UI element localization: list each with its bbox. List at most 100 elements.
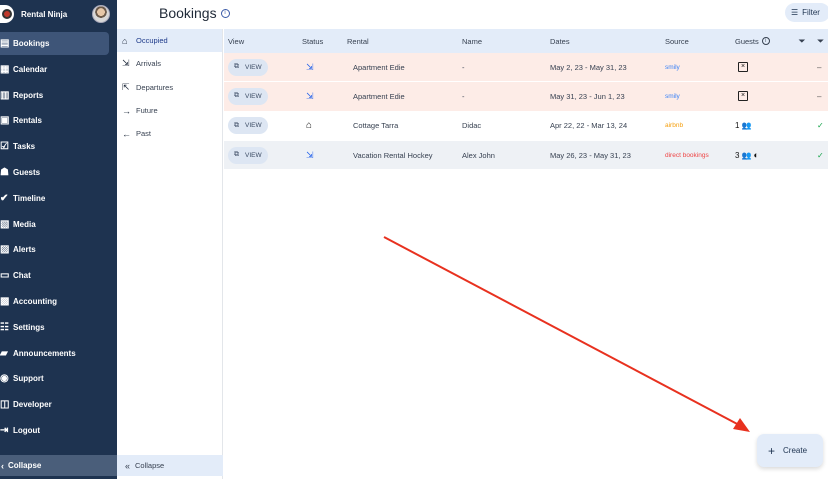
sidebar-item-media[interactable]: ▧ Media (0, 213, 109, 236)
open-in-new-icon: ⧉ (234, 151, 239, 159)
view-button[interactable]: ⧉ VIEW (228, 87, 268, 105)
sidebar-item-timeline[interactable]: ✔ Timeline (0, 187, 109, 210)
sidebar-item-label: Logout (13, 425, 41, 435)
subnav-collapse-button[interactable]: « Collapse (117, 455, 223, 476)
table-row: ⧉ VIEW ⇲ Apartment Edie - May 31, 23 - J… (224, 82, 828, 112)
subnav-item-occupied[interactable]: ⌂ Occupied (117, 29, 222, 53)
column-filter-icon[interactable]: ⏷ (787, 36, 817, 47)
col-dates: Dates (550, 36, 570, 46)
cell-dates: Apr 22, 22 - Mar 13, 24 (550, 121, 628, 131)
sidebar-item-label: Accounting (13, 296, 57, 306)
view-button[interactable]: ⧉ VIEW (228, 117, 268, 135)
cell-rental: Apartment Edie (353, 91, 405, 101)
sidebar-item-settings[interactable]: ☷ Settings (0, 316, 109, 339)
cell-status-mark: ✓ (817, 121, 824, 131)
cell-source: smily (665, 63, 680, 71)
cell-status-mark: – (817, 91, 822, 101)
create-button[interactable]: + Create (757, 434, 823, 467)
sidebar-item-calendar[interactable]: ▦ Calendar (0, 58, 109, 81)
reports-icon: ▥ (0, 89, 10, 101)
rentals-icon: ▣ (0, 115, 10, 127)
view-label: VIEW (245, 151, 262, 159)
sidebar-item-accounting[interactable]: ▩ Accounting (0, 290, 109, 313)
sidebar-item-label: Announcements (13, 348, 76, 358)
sidebar-item-tasks[interactable]: ☑ Tasks (0, 135, 109, 158)
subnav-item-label: Future (136, 106, 158, 116)
half-moon-icon: ◐ (753, 150, 759, 161)
cell-guests: × (735, 91, 787, 102)
sidebar-item-chat[interactable]: ▭ Chat (0, 264, 109, 287)
cell-guests: 3 👥 ◐ (735, 150, 787, 160)
bookings-icon: ▤ (0, 38, 10, 49)
sidebar-item-announcements[interactable]: ▰ Announcements (0, 342, 109, 365)
cell-rental: Apartment Edie (353, 62, 405, 72)
subnav-item-label: Past (136, 129, 152, 139)
subnav-item-future[interactable]: → Future (117, 99, 222, 122)
alerts-icon: ▨ (0, 244, 10, 256)
cell-dates: May 2, 23 - May 31, 23 (550, 62, 627, 72)
arrow-left-icon: ← (122, 128, 131, 139)
announcements-icon: ▰ (0, 347, 8, 359)
sidebar-item-rentals[interactable]: ▣ Rentals (0, 109, 109, 132)
subnav-item-label: Arrivals (136, 59, 162, 69)
sidebar-item-bookings[interactable]: ▤ Bookings (0, 32, 109, 55)
subnav-item-arrivals[interactable]: ⇲ Arrivals (117, 52, 222, 75)
guests-info-icon[interactable]: i (761, 37, 770, 45)
bookings-subnav: ⌂ Occupied ⇲ Arrivals ⇱ Departures → Future ← Pas… (117, 29, 223, 479)
cell-name: - (462, 62, 465, 72)
sidebar-item-support[interactable]: ◉ Support (0, 367, 109, 390)
col-guests: Guests i (735, 37, 787, 46)
tasks-icon: ☑ (0, 141, 9, 153)
sidebar-item-alerts[interactable]: ▨ Alerts (0, 238, 109, 261)
table-row: ⧉ VIEW ⇲ Apartment Edie - May 2, 23 - Ma… (224, 53, 828, 83)
cell-rental: Cottage Tarra (353, 121, 399, 131)
double-chevron-left-icon: « (125, 460, 131, 471)
view-label: VIEW (245, 92, 262, 100)
subnav-item-departures[interactable]: ⇱ Departures (117, 76, 222, 99)
arrival-icon: ⇲ (306, 61, 314, 72)
cell-dates: May 26, 23 - May 31, 23 (550, 150, 631, 160)
logout-icon: ⇥ (0, 424, 9, 436)
table-body: ⧉ VIEW ⇲ Apartment Edie - May 2, 23 - Ma… (224, 53, 828, 171)
cell-status: ⌂ (298, 120, 345, 131)
people-icon: 👥 (741, 150, 752, 160)
subnav-collapse-label: Collapse (135, 461, 165, 470)
departures-icon: ⇱ (122, 81, 130, 92)
sidebar-item-developer[interactable]: ◫ Developer (0, 393, 109, 416)
view-button[interactable]: ⧉ VIEW (228, 146, 268, 164)
col-rental: Rental (347, 36, 369, 46)
col-guests-label: Guests (735, 36, 759, 46)
calendar-blocked-icon: × (738, 62, 748, 73)
timeline-icon: ✔ (0, 192, 9, 204)
sidebar-collapse-button[interactable]: ‹ Collapse (0, 455, 117, 476)
brand: Rental Ninja (0, 0, 117, 28)
cell-status-mark: ✓ (817, 150, 824, 160)
user-avatar[interactable] (92, 5, 110, 23)
col-name: Name (462, 36, 483, 46)
sidebar-item-reports[interactable]: ▥ Reports (0, 84, 109, 107)
sidebar-item-label: Bookings (13, 39, 50, 48)
sidebar-item-guests[interactable]: ☗ Guests (0, 161, 109, 184)
cell-guests: 1 👥 (735, 121, 787, 130)
col-source: Source (665, 36, 689, 46)
sidebar-item-label: Support (13, 374, 44, 384)
cell-status: ⇲ (298, 150, 345, 161)
subnav-item-past[interactable]: ← Past (117, 122, 222, 145)
filter-button[interactable]: ☰ Filter (785, 3, 828, 22)
info-icon[interactable]: i (220, 8, 230, 18)
cell-status-mark: – (817, 62, 822, 72)
open-in-new-icon: ⧉ (234, 92, 239, 100)
sidebar-item-logout[interactable]: ⇥ Logout (0, 419, 109, 442)
calendar-icon: ▦ (0, 63, 10, 75)
cell-status: ⇲ (298, 91, 345, 102)
cell-status: ⇲ (298, 62, 345, 73)
cell-view: ⧉ VIEW (224, 87, 298, 105)
view-button[interactable]: ⧉ VIEW (228, 58, 268, 76)
guest-count: 1 (735, 121, 740, 131)
table-header: View Status Rental Name Dates Source Gue… (224, 29, 828, 53)
cell-view: ⧉ VIEW (224, 146, 298, 164)
page-title: Bookings i (159, 5, 230, 21)
arrival-icon: ⇲ (306, 90, 314, 101)
sidebar: Rental Ninja ▤ Bookings ▦ Calendar ▥ Reports ▣… (0, 0, 117, 479)
column-filter-icon-2[interactable]: ⏷ (817, 36, 828, 47)
